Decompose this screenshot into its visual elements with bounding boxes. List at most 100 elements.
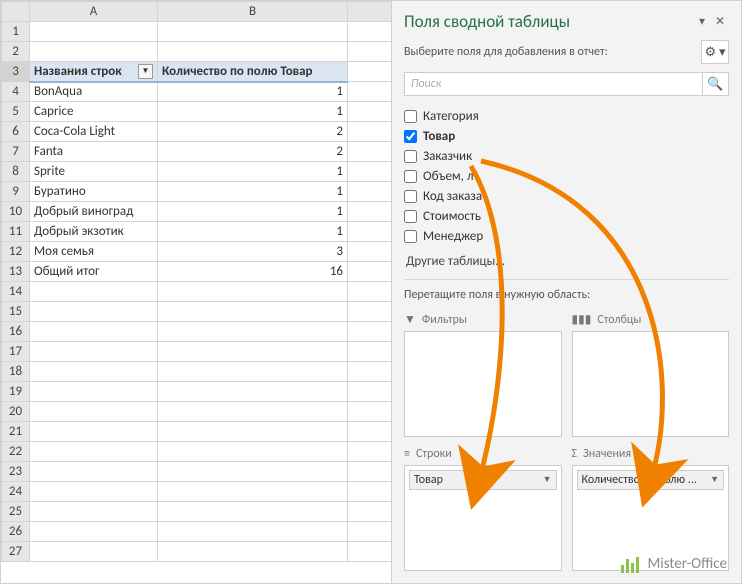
pivot-row-value[interactable]: 1 (158, 82, 348, 102)
cell[interactable] (30, 482, 158, 502)
row-header-12[interactable]: 12 (2, 242, 30, 262)
pivot-row-value[interactable]: 2 (158, 122, 348, 142)
cell[interactable] (348, 82, 392, 102)
pivot-row-value[interactable]: 1 (158, 162, 348, 182)
cell[interactable] (30, 282, 158, 302)
area-item[interactable]: Количество по полю ...▼ (577, 470, 725, 490)
cell[interactable] (30, 342, 158, 362)
cell[interactable] (30, 522, 158, 542)
corner-cell[interactable] (2, 2, 30, 22)
cell[interactable] (348, 142, 392, 162)
row-header-4[interactable]: 4 (2, 82, 30, 102)
row-header-24[interactable]: 24 (2, 482, 30, 502)
field-item-заказчик[interactable]: Заказчик (404, 146, 729, 166)
cell[interactable] (348, 462, 392, 482)
field-item-менеджер[interactable]: Менеджер (404, 226, 729, 246)
cell[interactable] (30, 502, 158, 522)
field-item-объем-л[interactable]: Объем, л (404, 166, 729, 186)
search-input[interactable]: Поиск (404, 72, 703, 96)
cell[interactable] (158, 22, 348, 42)
row-header-1[interactable]: 1 (2, 22, 30, 42)
cell[interactable] (348, 162, 392, 182)
cell[interactable] (348, 222, 392, 242)
cell[interactable] (30, 382, 158, 402)
col-header-B[interactable]: B (158, 2, 348, 22)
cell[interactable] (158, 302, 348, 322)
cell[interactable] (348, 122, 392, 142)
row-header-5[interactable]: 5 (2, 102, 30, 122)
pivot-row-label[interactable]: Моя семья (30, 242, 158, 262)
gear-icon[interactable]: ⚙ ▾ (701, 40, 729, 64)
cell[interactable] (30, 322, 158, 342)
cell[interactable] (348, 482, 392, 502)
col-header-A[interactable]: A (30, 2, 158, 22)
cell[interactable] (30, 462, 158, 482)
cell[interactable] (158, 282, 348, 302)
cell[interactable] (348, 522, 392, 542)
row-header-23[interactable]: 23 (2, 462, 30, 482)
cell[interactable] (348, 382, 392, 402)
cell[interactable] (348, 322, 392, 342)
grand-total-value[interactable]: 16 (158, 262, 348, 282)
cell[interactable] (348, 202, 392, 222)
cell[interactable] (158, 542, 348, 562)
row-header-14[interactable]: 14 (2, 282, 30, 302)
cell[interactable] (158, 362, 348, 382)
cell[interactable] (30, 362, 158, 382)
rows-dropzone[interactable]: Товар▼ (404, 465, 562, 572)
cell[interactable] (348, 182, 392, 202)
field-item-код-заказа[interactable]: Код заказа (404, 186, 729, 206)
cell[interactable] (30, 542, 158, 562)
pivot-row-label[interactable]: BonAqua (30, 82, 158, 102)
pivot-row-value[interactable]: 3 (158, 242, 348, 262)
pivot-row-value[interactable]: 2 (158, 142, 348, 162)
spreadsheet[interactable]: AB123Названия строк▼Количество по полю Т… (1, 1, 391, 583)
cell[interactable] (158, 422, 348, 442)
field-checkbox[interactable] (404, 190, 417, 203)
pivot-row-value[interactable]: 1 (158, 182, 348, 202)
columns-dropzone[interactable] (572, 331, 730, 437)
cell[interactable] (348, 42, 392, 62)
field-checkbox[interactable] (404, 210, 417, 223)
col-header-extra[interactable] (348, 2, 392, 22)
row-header-25[interactable]: 25 (2, 502, 30, 522)
field-checkbox[interactable] (404, 170, 417, 183)
row-header-6[interactable]: 6 (2, 122, 30, 142)
row-header-19[interactable]: 19 (2, 382, 30, 402)
field-checkbox[interactable] (404, 230, 417, 243)
field-item-стоимость[interactable]: Стоимость (404, 206, 729, 226)
row-header-13[interactable]: 13 (2, 262, 30, 282)
row-header-7[interactable]: 7 (2, 142, 30, 162)
cell[interactable] (158, 502, 348, 522)
field-item-товар[interactable]: Товар (404, 126, 729, 146)
other-tables-link[interactable]: Другие таблицы... (392, 250, 741, 279)
row-header-22[interactable]: 22 (2, 442, 30, 462)
cell[interactable] (348, 102, 392, 122)
row-header-17[interactable]: 17 (2, 342, 30, 362)
cell[interactable] (158, 462, 348, 482)
field-item-категория[interactable]: Категория (404, 106, 729, 126)
row-header-16[interactable]: 16 (2, 322, 30, 342)
pivot-row-value[interactable]: 1 (158, 102, 348, 122)
cell[interactable] (30, 422, 158, 442)
cell[interactable] (348, 22, 392, 42)
row-header-10[interactable]: 10 (2, 202, 30, 222)
cell[interactable] (348, 282, 392, 302)
filter-dropdown-icon[interactable]: ▼ (138, 64, 153, 79)
pivot-row-label[interactable]: Coca-Cola Light (30, 122, 158, 142)
pivot-values-header[interactable]: Количество по полю Товар (158, 62, 348, 82)
cell[interactable] (158, 482, 348, 502)
cell[interactable] (30, 22, 158, 42)
cell[interactable] (158, 402, 348, 422)
field-checkbox[interactable] (404, 130, 417, 143)
pivot-row-label-header[interactable]: Названия строк▼ (30, 62, 158, 82)
pivot-row-label[interactable]: Sprite (30, 162, 158, 182)
pivot-row-label[interactable]: Добрый экзотик (30, 222, 158, 242)
cell[interactable] (348, 242, 392, 262)
row-header-9[interactable]: 9 (2, 182, 30, 202)
row-header-20[interactable]: 20 (2, 402, 30, 422)
cell[interactable] (348, 402, 392, 422)
values-dropzone[interactable]: Количество по полю ...▼ (572, 465, 730, 572)
area-item[interactable]: Товар▼ (409, 470, 557, 490)
grand-total-label[interactable]: Общий итог (30, 262, 158, 282)
